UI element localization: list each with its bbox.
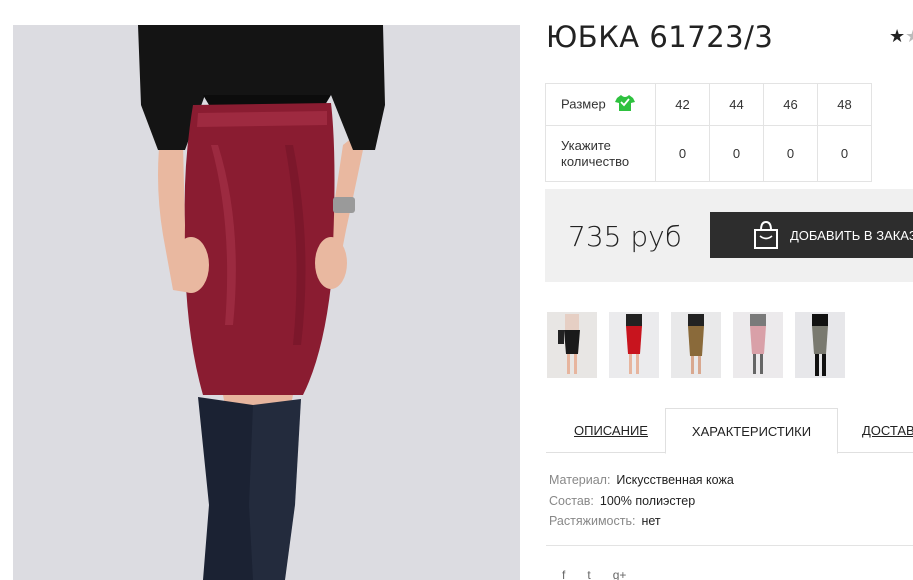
quantity-input[interactable]: 0 xyxy=(763,125,818,182)
size-value: 44 xyxy=(709,83,764,126)
thumbnail-black[interactable] xyxy=(547,312,597,378)
size-table: Размер 42 44 46 48 Укажите количество 0 … xyxy=(545,83,872,182)
characteristics-list: Материал: Искусственная кожа Состав: 100% … xyxy=(549,470,734,532)
price: 735 руб xyxy=(568,220,682,253)
product-tabs: ОПИСАНИЕ ХАРАКТЕРИСТИКИ ДОСТАВКА xyxy=(546,408,913,454)
social-share: f t g+ xyxy=(562,568,626,580)
shopping-bag-icon xyxy=(754,220,778,249)
product-main-photo[interactable] xyxy=(13,25,520,580)
size-label-cell: Размер xyxy=(545,83,656,126)
add-to-order-button[interactable]: ДОБАВИТЬ В ЗАКАЗ xyxy=(710,212,913,258)
thumbnail-red[interactable] xyxy=(609,312,659,378)
characteristic-row: Материал: Искусственная кожа xyxy=(549,473,734,487)
facebook-icon[interactable]: f xyxy=(562,568,565,580)
star-icon: ★ xyxy=(889,26,906,46)
size-label: Размер xyxy=(561,95,606,111)
characteristic-row: Состав: 100% полиэстер xyxy=(549,493,696,508)
size-value: 48 xyxy=(817,83,872,126)
quantity-input[interactable]: 0 xyxy=(709,125,764,182)
divider xyxy=(546,545,913,546)
size-value: 42 xyxy=(655,83,710,126)
size-value: 46 xyxy=(763,83,818,126)
quantity-input[interactable]: 0 xyxy=(655,125,710,182)
product-title: ЮБКА 61723/3 xyxy=(546,20,774,54)
twitter-icon[interactable]: t xyxy=(587,568,590,580)
quantity-input[interactable]: 0 xyxy=(817,125,872,182)
add-to-order-label: ДОБАВИТЬ В ЗАКАЗ xyxy=(790,227,913,243)
thumbnail-gold[interactable] xyxy=(671,312,721,378)
tshirt-icon[interactable] xyxy=(615,94,636,116)
rating-stars[interactable]: ★★ xyxy=(889,26,913,47)
size-row: Размер 42 44 46 48 xyxy=(545,83,872,126)
characteristic-row: Растяжимость: нет xyxy=(549,514,661,528)
color-thumbnails xyxy=(547,312,845,378)
thumbnail-grey[interactable] xyxy=(795,312,845,378)
google-plus-icon[interactable]: g+ xyxy=(613,568,627,580)
star-icon: ★ xyxy=(905,26,913,46)
tab-description[interactable]: ОПИСАНИЕ xyxy=(546,408,666,453)
price-block: 735 руб ДОБАВИТЬ В ЗАКАЗ xyxy=(545,189,913,282)
quantity-label: Укажите количество xyxy=(545,125,656,182)
quantity-row: Укажите количество 0 0 0 0 xyxy=(545,125,872,182)
tab-delivery[interactable]: ДОСТАВКА xyxy=(862,408,913,453)
tab-characteristics[interactable]: ХАРАКТЕРИСТИКИ xyxy=(665,408,838,454)
thumbnail-pink[interactable] xyxy=(733,312,783,378)
